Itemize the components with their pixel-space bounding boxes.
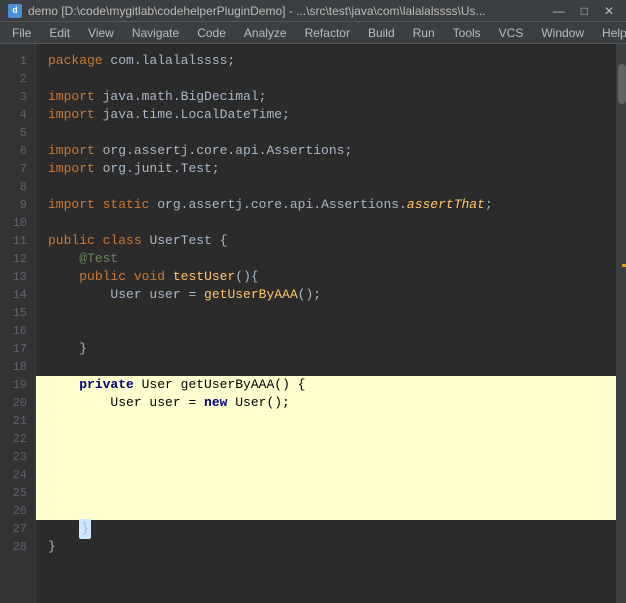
code-line-12: @Test [48,250,616,268]
code-area[interactable]: package com.lalalalssss; import java.mat… [36,44,616,603]
code-line-24 [36,466,616,484]
menu-vcs[interactable]: VCS [491,24,532,42]
code-line-9: import static org.assertj.core.api.Asser… [48,196,616,214]
code-line-20: User user = new User(); [36,394,616,412]
close-button[interactable]: ✕ [600,4,618,18]
maximize-button[interactable]: □ [577,4,592,18]
scrollbar-marker-yellow [622,264,626,267]
code-line-19: private User getUserByAAA() { [36,376,616,394]
code-line-26 [36,502,616,520]
menu-build[interactable]: Build [360,24,403,42]
code-line-1: package com.lalalalssss; [48,52,616,70]
code-line-7: import org.junit.Test; [48,160,616,178]
code-line-25 [36,484,616,502]
code-line-10 [48,214,616,232]
code-line-2 [48,70,616,88]
code-line-21 [36,412,616,430]
code-line-23 [36,448,616,466]
title-text: demo [D:\code\mygitlab\codehelperPluginD… [28,4,486,18]
code-line-22 [36,430,616,448]
editor-container: 1 2 3 4 5 6 7 8 9 10 11 12 13 14 15 16 1… [0,44,626,603]
menu-run[interactable]: Run [405,24,443,42]
menu-bar: File Edit View Navigate Code Analyze Ref… [0,22,626,44]
menu-code[interactable]: Code [189,24,234,42]
menu-navigate[interactable]: Navigate [124,24,187,42]
code-line-27: } [48,520,616,538]
line-numbers: 1 2 3 4 5 6 7 8 9 10 11 12 13 14 15 16 1… [0,44,36,603]
code-line-14: User user = getUserByAAA(); [48,286,616,304]
right-scrollbar[interactable] [616,44,626,603]
code-line-28: } [48,538,616,556]
menu-tools[interactable]: Tools [445,24,489,42]
title-bar: d demo [D:\code\mygitlab\codehelperPlugi… [0,0,626,22]
code-line-6: import org.assertj.core.api.Assertions; [48,142,616,160]
minimize-button[interactable]: — [549,4,569,18]
code-line-16 [48,322,616,340]
menu-file[interactable]: File [4,24,39,42]
code-line-15 [48,304,616,322]
code-line-18 [48,358,616,376]
code-line-5 [48,124,616,142]
menu-view[interactable]: View [80,24,122,42]
code-line-17: } [48,340,616,358]
menu-help[interactable]: Help [594,24,626,42]
menu-analyze[interactable]: Analyze [236,24,295,42]
code-line-4: import java.time.LocalDateTime; [48,106,616,124]
code-line-11: public class UserTest { [48,232,616,250]
code-line-13: public void testUser(){ [48,268,616,286]
menu-edit[interactable]: Edit [41,24,78,42]
title-left: d demo [D:\code\mygitlab\codehelperPlugi… [8,4,486,18]
app-icon: d [8,4,22,18]
code-line-8 [48,178,616,196]
code-line-3: import java.math.BigDecimal; [48,88,616,106]
menu-refactor[interactable]: Refactor [297,24,358,42]
title-controls: — □ ✕ [549,4,618,18]
scrollbar-thumb[interactable] [618,64,626,104]
menu-window[interactable]: Window [533,24,592,42]
